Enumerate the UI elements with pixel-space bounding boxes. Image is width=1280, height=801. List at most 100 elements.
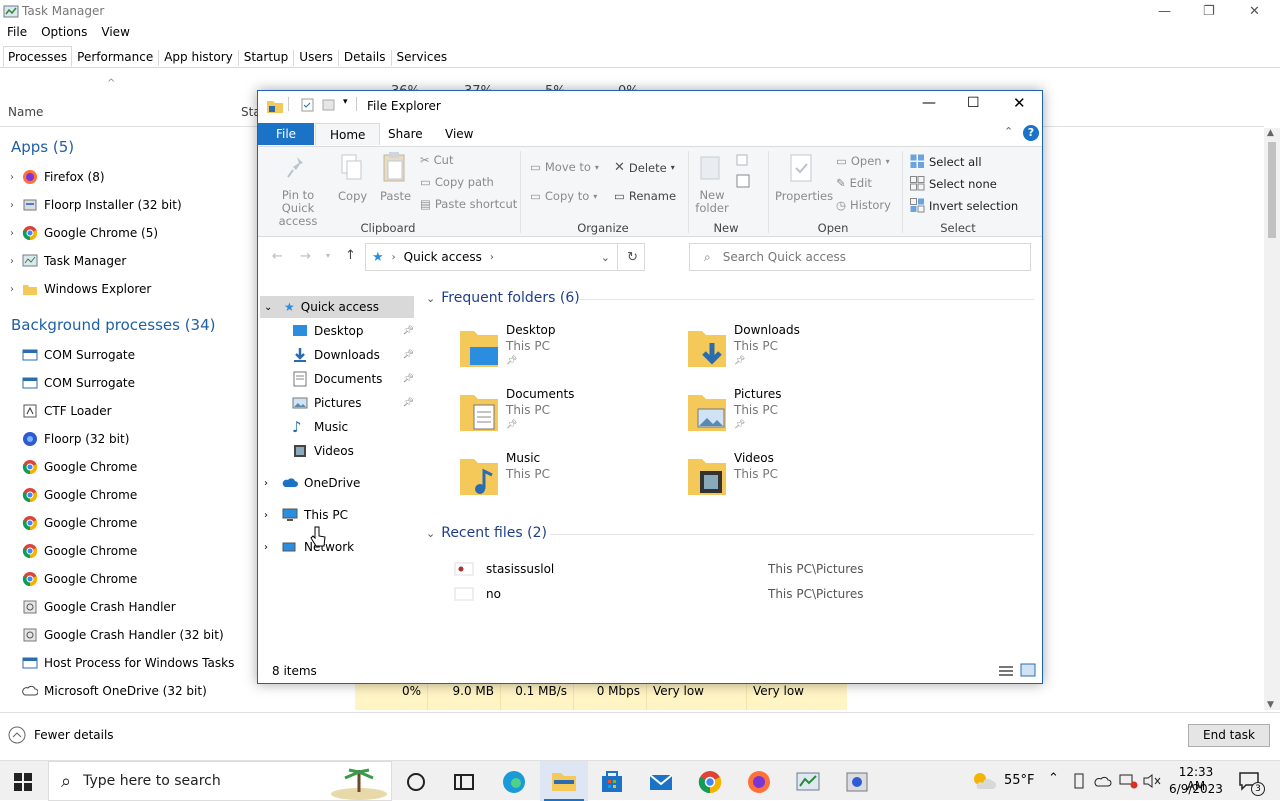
folder-tile-pictures[interactable]: Pictures This PC 📌︎	[686, 387, 886, 439]
nav-quick-access[interactable]: ⌄ ★ Quick access	[264, 295, 379, 319]
fe-close-button[interactable]: ✕	[1013, 94, 1026, 112]
process-row[interactable]: CTF Loader	[18, 397, 258, 425]
back-button[interactable]: ←	[272, 249, 283, 264]
folder-tile-music[interactable]: Music This PC	[458, 451, 658, 503]
history-button[interactable]: ◷ History	[836, 198, 891, 212]
vertical-scrollbar[interactable]: ▲ ▼	[1264, 128, 1280, 710]
edit-button[interactable]: ✎ Edit	[836, 176, 872, 190]
address-dropdown-icon[interactable]: ⌄	[601, 251, 610, 264]
nav-documents[interactable]: Documents 📌︎	[288, 367, 414, 391]
windows-start-icon[interactable]	[14, 773, 32, 791]
expand-chevron-icon[interactable]: ›	[264, 542, 278, 553]
collapse-chevron-icon[interactable]: ⌄	[426, 527, 435, 540]
column-header-name[interactable]: Name	[8, 105, 43, 119]
process-row[interactable]: Google Chrome	[18, 453, 258, 481]
volume-muted-icon[interactable]	[1142, 773, 1162, 789]
minimize-button[interactable]: —	[1158, 4, 1171, 19]
nav-this-pc[interactable]: › This PC	[264, 503, 348, 527]
new-item-icons[interactable]	[735, 153, 757, 193]
paste-shortcut-button[interactable]: ▤ Paste shortcut	[420, 197, 517, 211]
process-row[interactable]: Google Chrome	[18, 481, 258, 509]
close-button[interactable]: ✕	[1249, 4, 1260, 19]
process-row[interactable]: Google Crash Handler	[18, 593, 258, 621]
move-to-button[interactable]: ▭ Move to ▾	[530, 160, 599, 174]
edge-icon[interactable]	[501, 769, 527, 795]
invert-selection-button[interactable]: Invert selection	[910, 198, 1018, 213]
select-all-button[interactable]: Select all	[910, 154, 982, 169]
process-row[interactable]: Google Chrome	[18, 565, 258, 593]
tab-share[interactable]: Share	[374, 123, 437, 145]
task-view-icon[interactable]	[451, 769, 477, 795]
tab-file[interactable]: File	[258, 123, 314, 145]
store-icon[interactable]	[599, 769, 625, 795]
fewer-details-button[interactable]: Fewer details	[8, 726, 114, 744]
pin-to-quick-access-button[interactable]: Pin to Quick access	[266, 189, 330, 228]
network-disconnected-icon[interactable]	[1118, 773, 1138, 789]
tab-view[interactable]: View	[431, 123, 487, 145]
weather-icon[interactable]	[970, 769, 998, 793]
process-row[interactable]: Microsoft OneDrive (32 bit)	[18, 677, 258, 705]
fe-minimize-button[interactable]: —	[922, 95, 936, 111]
large-icons-view-icon[interactable]	[1020, 663, 1036, 677]
taskbar-explorer-active[interactable]	[540, 761, 588, 801]
menu-file[interactable]: File	[7, 25, 27, 39]
tab-services[interactable]: Services	[392, 46, 453, 67]
process-row[interactable]: › Google Chrome (5)	[6, 219, 256, 247]
recent-files-header[interactable]: ⌄ Recent files (2)	[426, 525, 547, 541]
process-row[interactable]: › Firefox (8)	[6, 163, 256, 191]
tab-app-history[interactable]: App history	[159, 46, 238, 67]
nav-downloads[interactable]: Downloads 📌︎	[288, 343, 414, 367]
tab-home[interactable]: Home	[315, 123, 381, 145]
end-task-button[interactable]: End task	[1188, 724, 1270, 747]
copy-path-button[interactable]: ▭ Copy path	[420, 175, 494, 189]
process-row[interactable]: Google Chrome	[18, 509, 258, 537]
process-row[interactable]: Google Crash Handler (32 bit)	[18, 621, 258, 649]
floorp-installer-icon[interactable]	[844, 769, 870, 795]
breadcrumb-quick-access[interactable]: Quick access	[404, 250, 482, 264]
select-none-button[interactable]: Select none	[910, 176, 997, 191]
frequent-folders-header[interactable]: ⌄ Frequent folders (6)	[426, 290, 580, 306]
process-row[interactable]: › Windows Explorer	[6, 275, 256, 303]
up-button[interactable]: ↑	[345, 248, 356, 263]
scroll-down-icon[interactable]: ▼	[1267, 700, 1274, 710]
process-row[interactable]: Floorp (32 bit)	[18, 425, 258, 453]
expand-chevron-icon[interactable]: ›	[264, 478, 278, 489]
new-folder-quick-icon[interactable]	[322, 98, 336, 112]
process-row[interactable]: Google Chrome	[18, 537, 258, 565]
cortana-icon[interactable]	[403, 769, 429, 795]
rename-button[interactable]: ▭ Rename	[614, 189, 676, 203]
expand-chevron-icon[interactable]: ›	[6, 172, 18, 183]
process-row[interactable]: › Task Manager	[6, 247, 256, 275]
delete-button[interactable]: ✕ Delete ▾	[614, 160, 675, 175]
tray-overflow-icon[interactable]: ⌃	[1048, 771, 1059, 786]
forward-button[interactable]: →	[300, 249, 311, 264]
tab-startup[interactable]: Startup	[239, 46, 294, 67]
expand-chevron-icon[interactable]: ⌄	[264, 302, 278, 313]
cut-button[interactable]: ✂ Cut	[420, 153, 453, 167]
usb-device-icon[interactable]	[1072, 773, 1086, 789]
process-row[interactable]: › Floorp Installer (32 bit)	[6, 191, 256, 219]
collapse-chevron-icon[interactable]: ⌄	[426, 292, 435, 305]
properties-quick-icon[interactable]	[301, 98, 315, 112]
process-row[interactable]: Host Process for Windows Tasks	[18, 649, 258, 677]
expand-chevron-icon[interactable]: ›	[6, 284, 18, 295]
process-row[interactable]: COM Surrogate	[18, 341, 258, 369]
task-manager-icon[interactable]	[795, 769, 821, 795]
breadcrumb-separator-icon[interactable]: ›	[490, 252, 494, 263]
help-icon[interactable]: ?	[1023, 125, 1039, 141]
nav-desktop[interactable]: Desktop 📌︎	[288, 319, 414, 343]
refresh-icon[interactable]: ↻	[627, 250, 638, 265]
tab-processes[interactable]: Processes	[3, 46, 73, 67]
paste-button[interactable]: Paste	[380, 189, 411, 203]
process-row[interactable]: COM Surrogate	[18, 369, 258, 397]
folder-tile-documents[interactable]: Documents This PC 📌︎	[458, 387, 658, 439]
firefox-icon[interactable]	[746, 769, 772, 795]
menu-view[interactable]: View	[101, 25, 129, 39]
details-view-icon[interactable]	[998, 664, 1014, 678]
address-bar[interactable]: ★ › Quick access › ⌄ ↻	[365, 243, 645, 271]
nav-pictures[interactable]: Pictures 📌︎	[288, 391, 414, 415]
onedrive-tray-icon[interactable]	[1094, 774, 1112, 788]
copy-button[interactable]: Copy	[338, 189, 367, 203]
recent-file-row[interactable]: no This PC\Pictures	[454, 584, 1034, 604]
customize-qat-icon[interactable]: ▾	[343, 97, 348, 107]
